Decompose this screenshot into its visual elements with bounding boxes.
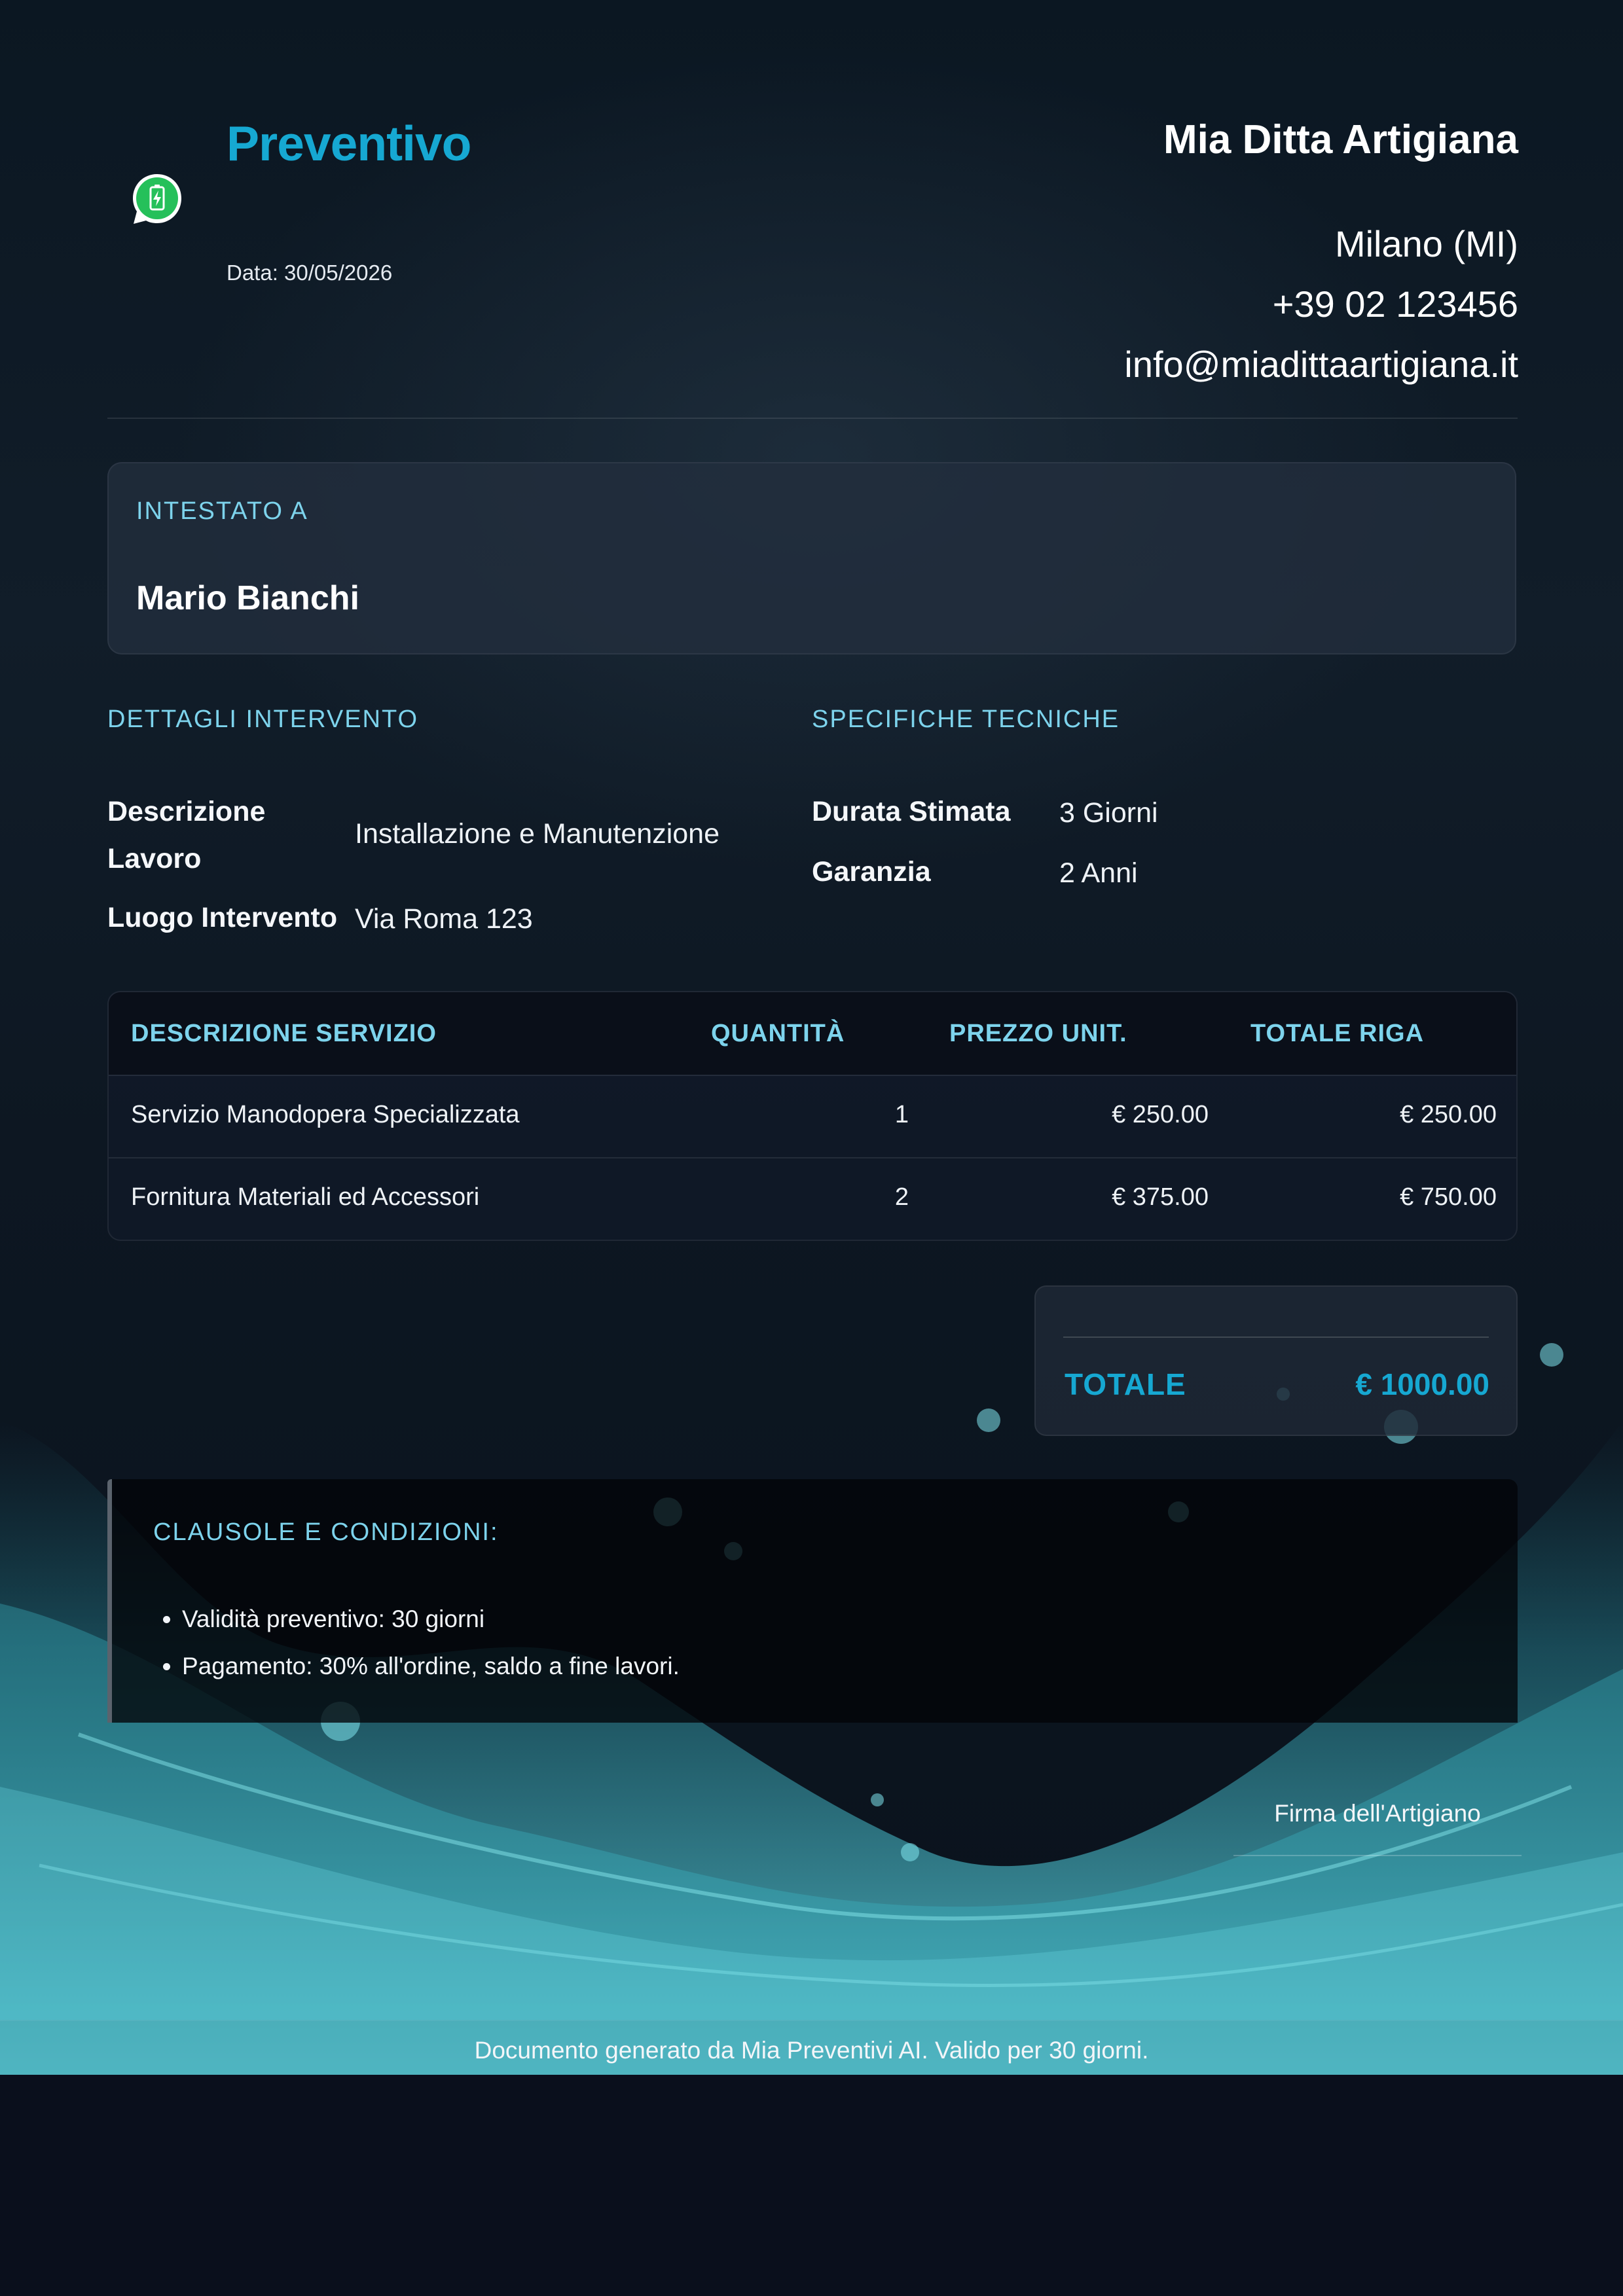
clauses-title: CLAUSOLE E CONDIZIONI:: [153, 1518, 499, 1546]
document-date: Data: 30/05/2026: [227, 260, 393, 285]
description-value: Installazione e Manutenzione: [355, 818, 720, 850]
quote-document: Preventivo Data: 30/05/2026 Mia Ditta Ar…: [0, 0, 1623, 2075]
row-quantity: 1: [894, 1101, 909, 1128]
duration-value: 3 Giorni: [1059, 797, 1158, 829]
clauses-list: Validità preventivo: 30 giorni Pagamento…: [151, 1596, 680, 1690]
row-unit-price: € 375.00: [1112, 1183, 1209, 1211]
warranty-value: 2 Anni: [1059, 857, 1138, 889]
header-divider: [107, 418, 1518, 419]
duration-key: Durata Stimata: [812, 796, 1011, 827]
client-label: INTESTATO A: [136, 497, 308, 525]
total-value: € 1000.00: [1355, 1367, 1489, 1401]
details-title: DETTAGLI INTERVENTO: [107, 706, 419, 733]
row-description: Servizio Manodopera Specializzata: [131, 1101, 520, 1128]
footer-text: Documento generato da Mia Preventivi AI.…: [474, 2037, 1149, 2064]
company-phone: +39 02 123456: [1272, 283, 1518, 325]
warranty-key: Garanzia: [812, 856, 931, 888]
services-table: DESCRIZIONE SERVIZIO QUANTITÀ PREZZO UNI…: [107, 991, 1518, 1241]
company-city: Milano (MI): [1334, 223, 1518, 264]
company-name: Mia Ditta Artigiana: [1163, 117, 1518, 162]
specs-title: SPECIFICHE TECNICHE: [812, 706, 1120, 733]
header-description: DESCRIZIONE SERVIZIO: [131, 1020, 437, 1047]
list-item: Validità preventivo: 30 giorni: [182, 1596, 680, 1643]
header-quantity: QUANTITÀ: [711, 1020, 845, 1047]
location-key: Luogo Intervento: [107, 902, 338, 933]
description-key: Descrizione Lavoro: [107, 788, 265, 882]
signature-line: [1233, 1855, 1522, 1856]
row-quantity: 2: [894, 1183, 909, 1211]
total-label: TOTALE: [1065, 1367, 1186, 1401]
header-unit-price: PREZZO UNIT.: [949, 1020, 1127, 1047]
list-item: Pagamento: 30% all'ordine, saldo a fine …: [182, 1643, 680, 1690]
client-name: Mario Bianchi: [136, 579, 359, 617]
signature-label: Firma dell'Artigiano: [1274, 1800, 1481, 1827]
header-row-total: TOTALE RIGA: [1250, 1020, 1425, 1047]
row-description: Fornitura Materiali ed Accessori: [131, 1183, 480, 1211]
row-total: € 750.00: [1400, 1183, 1497, 1211]
description-key-line1: Descrizione: [107, 796, 266, 827]
total-card: [1034, 1285, 1518, 1436]
location-value: Via Roma 123: [355, 903, 533, 935]
total-divider: [1063, 1336, 1489, 1338]
row-unit-price: € 250.00: [1112, 1101, 1209, 1128]
company-email: info@miadittaartigiana.it: [1124, 344, 1518, 385]
description-key-line2: Lavoro: [107, 843, 202, 874]
row-total: € 250.00: [1400, 1101, 1497, 1128]
document-title: Preventivo: [227, 116, 471, 171]
table-divider: [109, 1157, 1516, 1158]
client-card: [107, 462, 1516, 655]
whatsapp-icon: [133, 174, 181, 224]
table-divider: [109, 1075, 1516, 1076]
